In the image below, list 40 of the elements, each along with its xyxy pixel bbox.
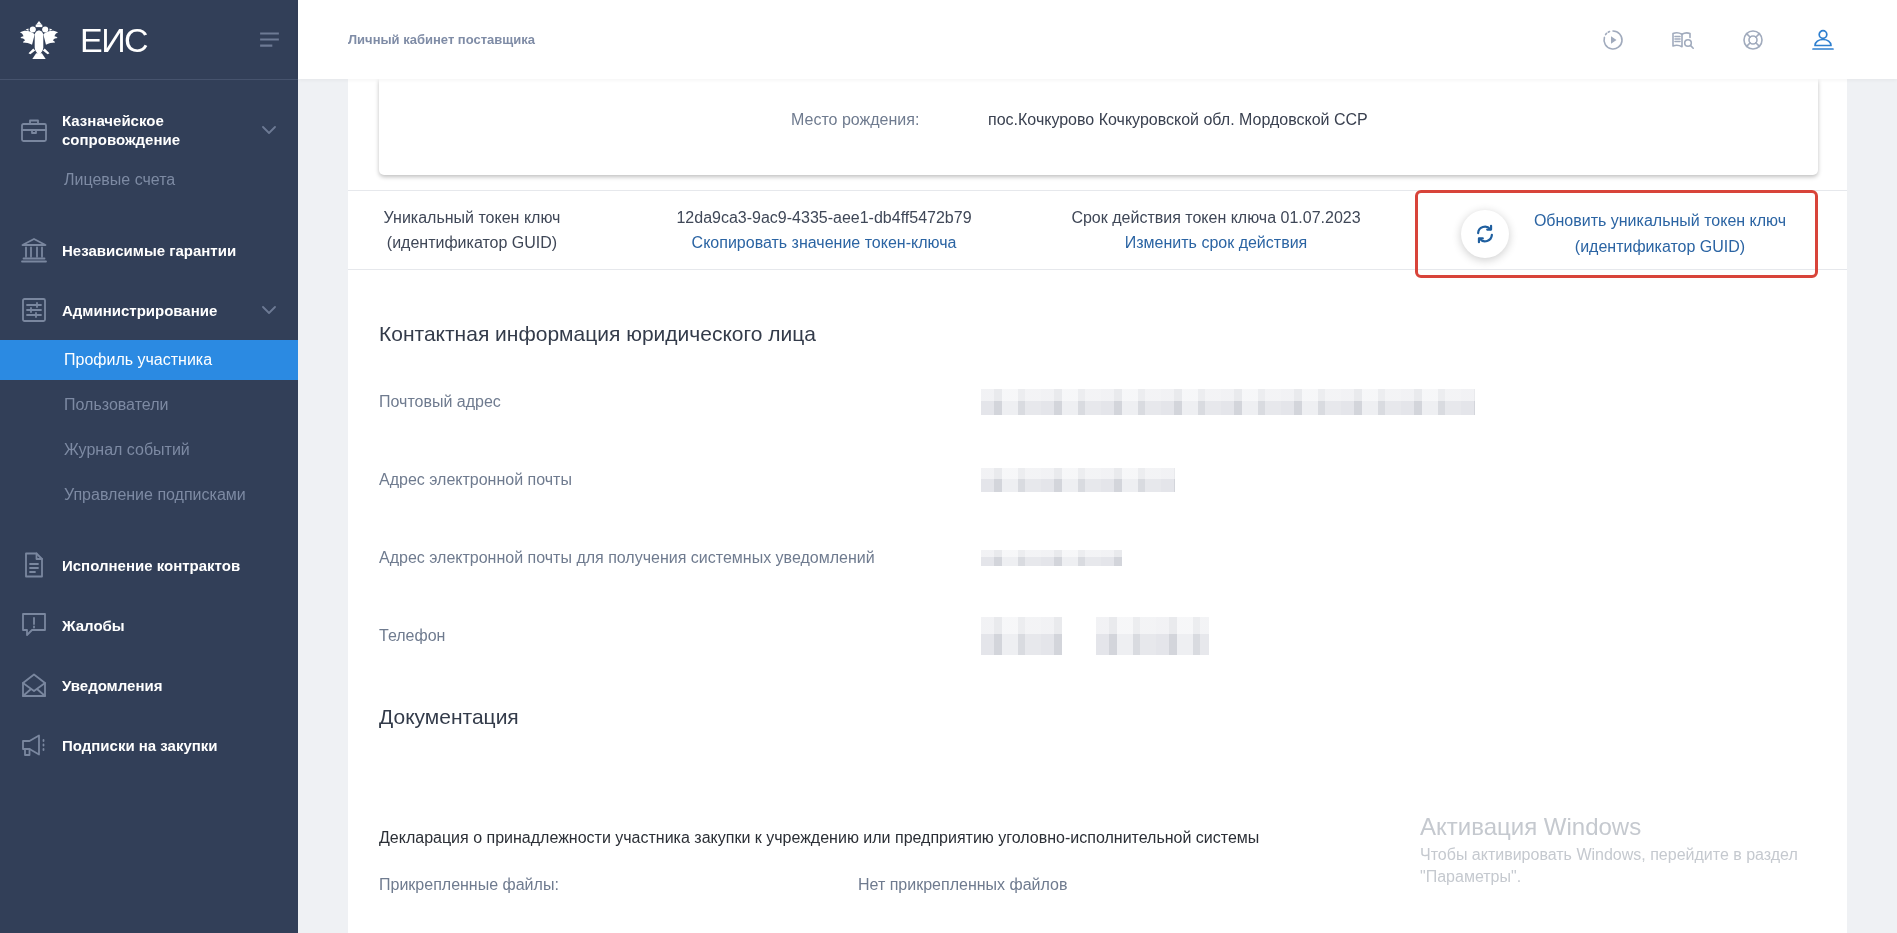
menu-icon xyxy=(259,32,280,47)
menu-button[interactable] xyxy=(259,32,280,47)
field-label: Почтовый адрес xyxy=(379,393,501,410)
alert-bubble-icon xyxy=(20,611,48,639)
sidebar-item[interactable]: Независимые гарантии xyxy=(0,220,298,280)
declaration-text: Декларация о принадлежности участника закупки к учреждению или предприятию уголовно-исполнительной системы xyxy=(379,828,1260,848)
refresh-icon xyxy=(1474,223,1496,245)
play-circle-icon[interactable] xyxy=(1601,27,1625,52)
logo-text: ЕИС xyxy=(80,19,148,60)
token-value: 12da9ca3-9ac9-4335-aee1-db4ff5472b79 xyxy=(676,208,972,228)
sidebar-item[interactable]: Казначейское сопровождение xyxy=(0,100,298,160)
section-heading: Контактная информация юридического лица xyxy=(379,322,816,346)
field-value: пос.Кочкурово Кочкуровской обл. Мордовской ССР xyxy=(988,110,1368,130)
refresh-token-link[interactable]: Обновить уникальный токен ключ (идентификатор GUID) xyxy=(1525,208,1795,260)
field-value: Нет прикрепленных файлов xyxy=(858,875,1068,895)
sidebar-item[interactable]: Уведомления xyxy=(0,655,298,715)
sidebar-subitem[interactable]: Профиль участника xyxy=(0,340,298,380)
section-heading: Документация xyxy=(379,705,519,729)
sidebar-item[interactable]: Жалобы xyxy=(0,595,298,655)
change-expiry-link[interactable]: Изменить срок действия xyxy=(1124,230,1308,255)
field-label: Адрес электронной почты для получения системных уведомлений xyxy=(379,549,875,566)
field-label: Телефон xyxy=(379,627,446,644)
lifebuoy-icon[interactable] xyxy=(1741,27,1765,52)
activation-title: Активация Windows xyxy=(1420,812,1642,842)
copy-token-link[interactable]: Скопировать значение токен-ключа xyxy=(691,230,957,255)
activation-message: Чтобы активировать Windows, перейдите в раздел "Параметры". xyxy=(1420,845,1799,887)
bank-icon xyxy=(20,236,48,264)
sliders-icon xyxy=(20,296,48,324)
field-label: Адрес электронной почты xyxy=(379,471,572,488)
user-icon[interactable] xyxy=(1811,27,1835,52)
envelope-icon xyxy=(20,671,48,699)
page-title: Личный кабинет поставщика xyxy=(348,32,535,47)
field-label: Уникальный токен ключ (идентификатор GUID) xyxy=(382,208,562,253)
refresh-button[interactable] xyxy=(1461,210,1509,258)
sidebar-item[interactable]: Подписки на закупки xyxy=(0,715,298,775)
expiry-text: Срок действия токен ключа 01.07.2023 xyxy=(1071,208,1361,228)
field-label: Прикрепленные файлы: xyxy=(379,876,559,893)
sidebar-item[interactable]: Администрирование xyxy=(0,280,298,340)
field-label: Место рождения: xyxy=(791,111,920,128)
sidebar-item[interactable]: Исполнение контрактов xyxy=(0,535,298,595)
